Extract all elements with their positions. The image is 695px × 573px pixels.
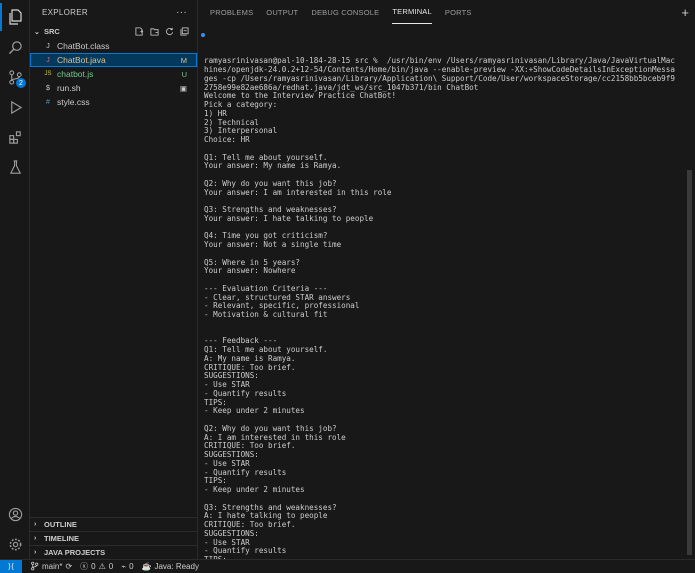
file-name: chatbot.js: [57, 69, 94, 79]
sync-icon[interactable]: ⟳: [65, 562, 72, 571]
terminal-line: CRITIQUE: Too brief.: [204, 362, 296, 372]
panel-tabs: PROBLEMS OUTPUT DEBUG CONSOLE TERMINAL P…: [198, 0, 695, 24]
tab-problems[interactable]: PROBLEMS: [210, 0, 253, 24]
terminal-line: 3) Interpersonal: [204, 126, 278, 136]
terminal-line: SUGGESTIONS:: [204, 450, 259, 459]
problems-indicator[interactable]: ⓧ 0 ⚠ 0: [80, 561, 113, 572]
terminal-line: Pick a category:: [204, 100, 278, 109]
section-label: TIMELINE: [44, 534, 79, 543]
tab-ports[interactable]: PORTS: [445, 0, 472, 24]
terminal-line: Your answer: My name is Ramya.: [204, 161, 342, 171]
tab-output[interactable]: OUTPUT: [266, 0, 298, 24]
account-icon[interactable]: [0, 500, 30, 528]
file-item-selected[interactable]: J ChatBot.java M: [30, 53, 197, 67]
file-name: run.sh: [57, 83, 81, 93]
extensions-icon[interactable]: [0, 123, 30, 151]
git-branch-icon: [30, 561, 39, 573]
folder-src[interactable]: ⌄ SRC: [30, 24, 197, 39]
terminal-line: - Keep under 2 minutes: [204, 406, 305, 416]
file-item[interactable]: # style.css: [30, 95, 197, 109]
terminal-line: Your answer: Nowhere: [204, 266, 296, 276]
explorer-header: EXPLORER ···: [30, 0, 197, 24]
ports-antenna-icon: ⌁: [121, 562, 127, 571]
terminal-line: 1) HR: [204, 108, 227, 118]
file-status: ▣: [179, 83, 187, 93]
terminal-line: - Motivation & cultural fit: [204, 310, 328, 319]
java-cup-icon: ☕: [141, 562, 152, 571]
branch-name: main*: [42, 562, 63, 571]
java-file-icon: J: [46, 42, 50, 50]
css-file-icon: #: [46, 98, 50, 106]
file-status-untracked: U: [181, 69, 187, 79]
folder-label: SRC: [44, 27, 60, 36]
ports-indicator[interactable]: ⌁ 0: [121, 562, 133, 571]
explorer-title: EXPLORER: [42, 7, 88, 17]
terminal-line: Choice: HR: [204, 135, 250, 144]
prompt-status-dot-icon: [201, 33, 205, 37]
terminal-line: - Keep under 2 minutes: [204, 485, 305, 494]
new-folder-icon[interactable]: [150, 27, 159, 36]
terminal-line: Your answer: I am interested in this rol…: [204, 187, 392, 197]
explorer-icon[interactable]: [0, 3, 30, 31]
run-debug-icon[interactable]: [0, 93, 30, 121]
file-name: ChatBot.java: [57, 55, 106, 65]
error-count: 0: [91, 562, 96, 571]
info-count: 0: [129, 562, 134, 571]
tab-debug-console[interactable]: DEBUG CONSOLE: [311, 0, 379, 24]
more-actions-icon[interactable]: ···: [176, 7, 187, 18]
terminal-line: SUGGESTIONS:: [204, 528, 259, 538]
settings-gear-icon[interactable]: [0, 530, 30, 558]
file-name: ChatBot.class: [57, 41, 110, 51]
java-status[interactable]: ☕ Java: Ready: [142, 562, 199, 571]
new-terminal-plus-icon[interactable]: +: [681, 5, 689, 20]
bottom-panel: PROBLEMS OUTPUT DEBUG CONSOLE TERMINAL P…: [198, 0, 695, 573]
chevron-right-icon: ›: [34, 535, 37, 542]
new-file-icon[interactable]: [135, 27, 144, 36]
branch-indicator[interactable]: main* ⟳: [30, 561, 72, 573]
java-file-icon: J: [46, 56, 50, 64]
java-status-text: Java: Ready: [154, 562, 199, 571]
file-name: style.css: [57, 97, 90, 107]
outline-section[interactable]: › OUTLINE: [30, 517, 197, 531]
terminal-line: Your answer: Not a single time: [204, 240, 342, 249]
section-label: JAVA PROJECTS: [44, 548, 106, 557]
error-icon: ⓧ: [80, 562, 89, 571]
source-control-badge: 2: [16, 78, 26, 88]
terminal-line: CRITIQUE: Too brief.: [204, 441, 296, 451]
terminal-line: - Quantify results: [204, 467, 287, 477]
search-icon[interactable]: [0, 33, 30, 61]
java-projects-section[interactable]: › JAVA PROJECTS: [30, 545, 197, 559]
explorer-sidebar: EXPLORER ··· ⌄ SRC J ChatBot.class J Cha…: [30, 0, 198, 559]
refresh-icon[interactable]: [165, 27, 174, 36]
chevron-right-icon: ›: [34, 549, 37, 556]
file-item[interactable]: $ run.sh ▣: [30, 81, 197, 95]
terminal-line: CRITIQUE: Too brief.: [204, 520, 296, 529]
warning-count: 0: [108, 562, 114, 571]
testing-flask-icon[interactable]: [0, 153, 30, 181]
timeline-section[interactable]: › TIMELINE: [30, 531, 197, 545]
file-item[interactable]: JS chatbot.js U: [30, 67, 197, 81]
terminal-output[interactable]: ramyasrinivasan@pal-10-184-28-15 src % /…: [201, 31, 684, 573]
tab-terminal[interactable]: TERMINAL: [392, 0, 432, 24]
chevron-down-icon: ⌄: [34, 28, 40, 36]
terminal-line: - Quantify results: [204, 546, 287, 556]
terminal-scrollbar[interactable]: [687, 170, 692, 555]
collapse-all-icon[interactable]: [180, 27, 189, 36]
terminal-line: Your answer: I hate talking to people: [204, 213, 374, 223]
section-label: OUTLINE: [44, 520, 77, 529]
javascript-file-icon: JS: [44, 71, 52, 77]
terminal-line: - Quantify results: [204, 388, 287, 398]
status-bar: ⟩⟨ main* ⟳ ⓧ 0 ⚠ 0 ⌁ 0 ☕ Java: Ready: [0, 559, 695, 573]
source-control-icon[interactable]: 2: [0, 63, 30, 91]
warning-icon: ⚠: [98, 562, 106, 571]
activity-bar: 2: [0, 0, 30, 559]
file-item[interactable]: J ChatBot.class: [30, 39, 197, 53]
terminal-line: SUGGESTIONS:: [204, 371, 259, 381]
remote-indicator-icon[interactable]: ⟩⟨: [0, 559, 22, 573]
file-status-modified: M: [180, 55, 187, 65]
chevron-right-icon: ›: [34, 521, 37, 528]
shell-file-icon: $: [46, 84, 50, 92]
